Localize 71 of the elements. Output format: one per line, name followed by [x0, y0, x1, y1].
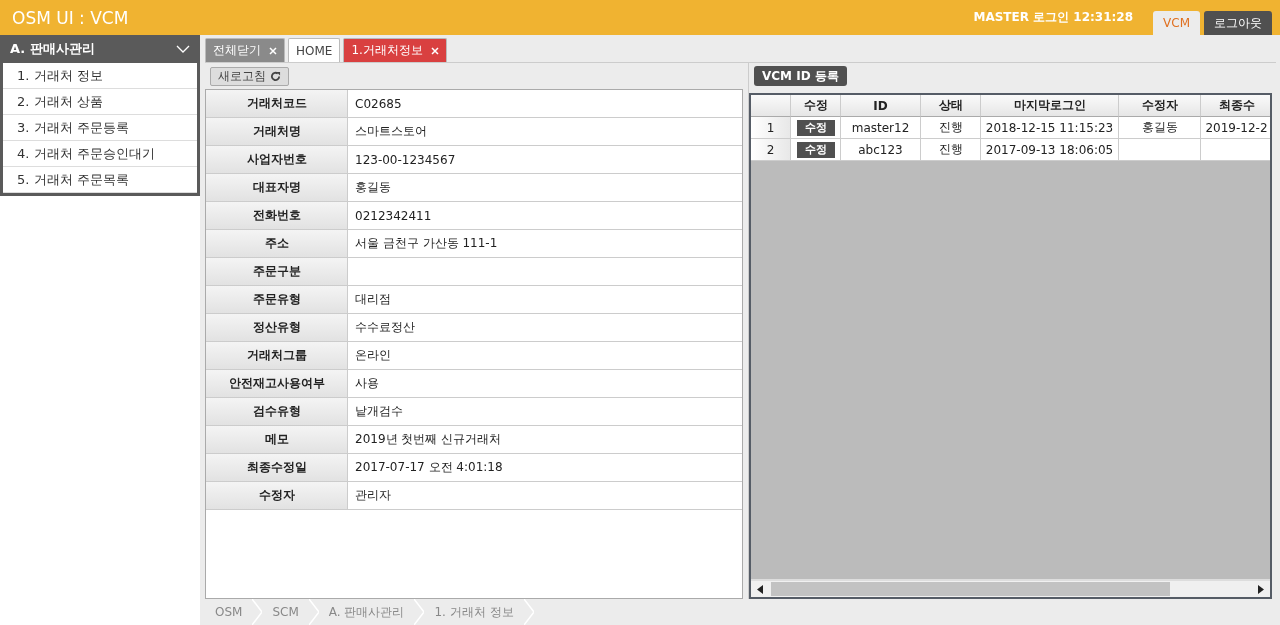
- field-label: 거래처코드: [206, 90, 348, 117]
- column-header[interactable]: 상태: [921, 95, 981, 117]
- close-icon[interactable]: [430, 46, 439, 55]
- refresh-icon: [270, 70, 281, 82]
- refresh-button[interactable]: 새로고침: [210, 66, 289, 86]
- tab[interactable]: 1.거래처정보: [343, 38, 447, 62]
- field-label: 최종수정일: [206, 454, 348, 481]
- menu-item[interactable]: 4. 거래처 주문승인대기: [3, 141, 197, 167]
- field-label: 거래처그룹: [206, 342, 348, 369]
- table-cell: 홍길동: [1119, 117, 1201, 139]
- field-value: 낱개검수: [354, 403, 404, 420]
- field-label: 안전재고사용여부: [206, 370, 348, 397]
- column-header[interactable]: 마지막로그인: [981, 95, 1119, 117]
- header-button[interactable]: 로그아웃: [1204, 11, 1272, 35]
- field-value: 사용: [354, 375, 380, 392]
- tab[interactable]: HOME: [288, 38, 341, 62]
- table-cell: abc123: [841, 139, 921, 161]
- field-label: 사업자번호: [206, 146, 348, 173]
- field-value: 홍길동: [354, 179, 392, 196]
- field-label: 메모: [206, 426, 348, 453]
- table-cell: 2017-09-13 18:06:05: [981, 139, 1119, 161]
- field-value: 123-00-1234567: [354, 151, 457, 169]
- field-value: C02685: [354, 95, 403, 113]
- field-value: 2017-07-17 오전 4:01:18: [354, 459, 504, 476]
- field-value: 관리자: [354, 487, 392, 504]
- tab-label: HOME: [296, 43, 333, 58]
- row-number: 1: [751, 117, 791, 139]
- menu-item[interactable]: 3. 거래처 주문등록: [3, 115, 197, 141]
- column-header[interactable]: 수정: [791, 95, 841, 117]
- field-label: 대표자명: [206, 174, 348, 201]
- field-label: 정산유형: [206, 314, 348, 341]
- close-icon[interactable]: [269, 46, 277, 55]
- field-label: 주문유형: [206, 286, 348, 313]
- field-label: 전화번호: [206, 202, 348, 229]
- field-value: 수수료정산: [354, 319, 416, 336]
- table-cell: 진행: [921, 139, 981, 161]
- edit-button[interactable]: 수정: [796, 141, 835, 158]
- field-label: 수정자: [206, 482, 348, 509]
- column-header[interactable]: ID: [841, 95, 921, 117]
- table-cell: 2018-12-15 11:15:23: [981, 117, 1119, 139]
- left-arrow-icon: [757, 584, 763, 594]
- field-label: 검수유형: [206, 398, 348, 425]
- table-cell: 진행: [921, 117, 981, 139]
- field-value: 2019년 첫번째 신규거래처: [354, 431, 503, 448]
- field-label: 주소: [206, 230, 348, 257]
- scrollbar-thumb[interactable]: [771, 582, 1170, 596]
- menu-item[interactable]: 1. 거래처 정보: [3, 63, 197, 89]
- right-arrow-icon: [1258, 584, 1264, 594]
- field-value: 스마트스토어: [354, 123, 428, 140]
- menu-group-label: A. 판매사관리: [10, 40, 95, 58]
- tab-label: 1.거래처정보: [351, 42, 423, 59]
- register-button[interactable]: VCM ID 등록: [754, 66, 847, 86]
- table-cell: 2019-12-2: [1201, 117, 1270, 139]
- field-value: 온라인: [354, 347, 392, 364]
- field-value: 0212342411: [354, 207, 433, 225]
- edit-button[interactable]: 수정: [796, 119, 835, 136]
- field-label: 주문구분: [206, 258, 348, 285]
- menu-item[interactable]: 2. 거래처 상품: [3, 89, 197, 115]
- tab-label: 전체닫기: [213, 42, 261, 59]
- column-header[interactable]: 수정자: [1119, 95, 1201, 117]
- column-header[interactable]: 최종수: [1201, 95, 1270, 117]
- field-value: 서울 금천구 가산동 111-1: [354, 235, 499, 252]
- field-value: 대리점: [354, 291, 392, 308]
- horizontal-scrollbar[interactable]: [751, 579, 1270, 597]
- row-number: 2: [751, 139, 791, 161]
- app-title: OSM UI : VCM: [12, 7, 130, 28]
- login-info: MASTER 로그인 12:31:28: [973, 9, 1134, 26]
- menu-item[interactable]: 5. 거래처 주문목록: [3, 167, 197, 193]
- menu-group-header[interactable]: A. 판매사관리: [3, 35, 197, 63]
- field-label: 거래처명: [206, 118, 348, 145]
- table-cell: master12: [841, 117, 921, 139]
